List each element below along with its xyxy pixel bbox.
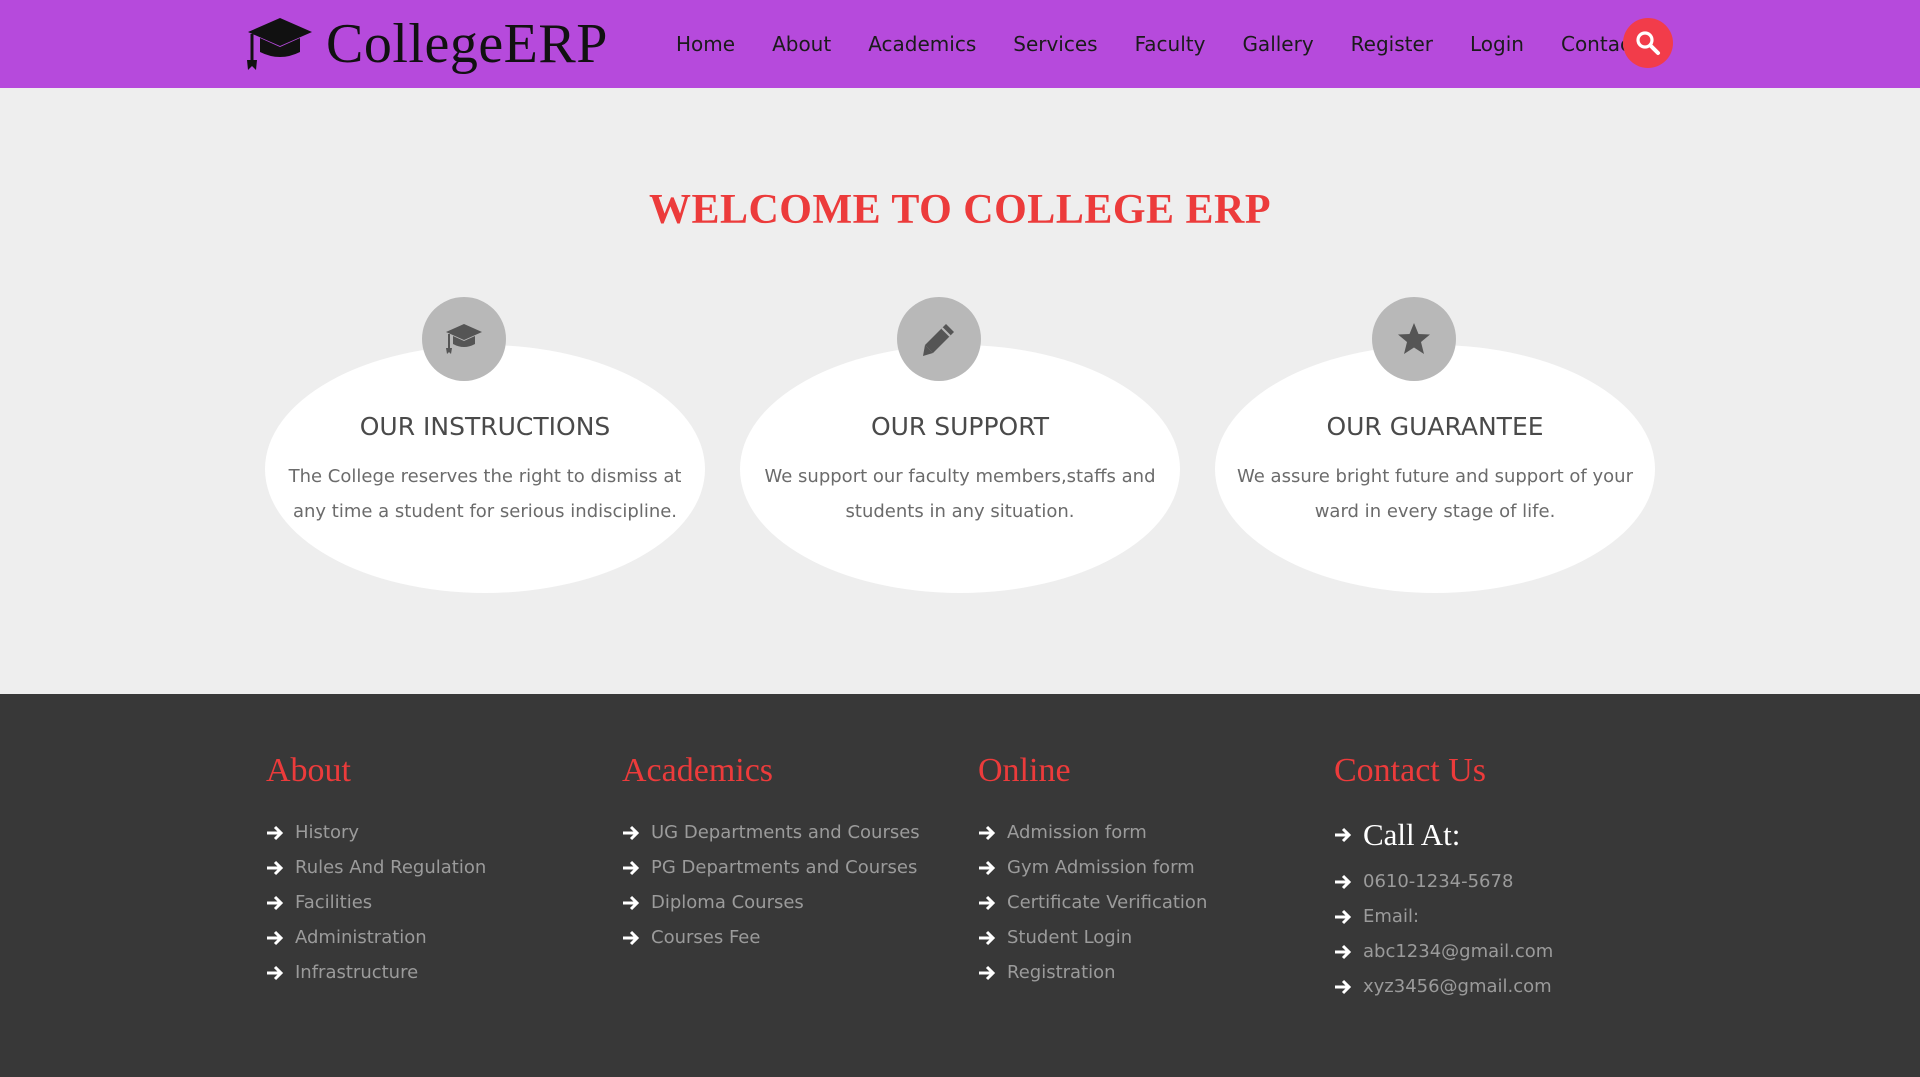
arrow-right-icon <box>267 930 284 945</box>
nav-home[interactable]: Home <box>676 32 735 56</box>
footer-link-label: PG Departments and Courses <box>651 857 918 878</box>
arrow-right-icon <box>623 930 640 945</box>
arrow-right-icon <box>1335 944 1352 959</box>
graduation-cap-icon <box>247 18 312 70</box>
feature-description: We assure bright future and support of y… <box>1237 466 1633 522</box>
feature-card-guarantee: OUR GUARANTEE We assure bright future an… <box>1215 297 1655 597</box>
feature-description: The College reserves the right to dismis… <box>288 466 682 522</box>
contact-email-label: Email: <box>1334 899 1553 934</box>
arrow-right-icon <box>979 825 996 840</box>
call-at-label: Call At: <box>1363 816 1461 852</box>
footer-link-rules[interactable]: Rules And Regulation <box>266 850 486 885</box>
footer-link-label: Diploma Courses <box>651 892 804 913</box>
footer-link-label: Certificate Verification <box>1007 892 1208 913</box>
top-navbar: CollegeERP Home About Academics Services… <box>0 0 1920 88</box>
nav-academics[interactable]: Academics <box>868 32 976 56</box>
feature-title: OUR INSTRUCTIONS <box>359 412 611 441</box>
footer-about-column: About History Rules And Regulation Facil… <box>266 752 486 990</box>
nav-gallery[interactable]: Gallery <box>1242 32 1313 56</box>
arrow-right-icon <box>267 860 284 875</box>
footer-online-column: Online Admission form Gym Admission form… <box>978 752 1207 990</box>
footer-heading: Contact Us <box>1334 752 1487 789</box>
arrow-right-icon <box>267 825 284 840</box>
feature-title: OUR SUPPORT <box>870 412 1050 441</box>
arrow-right-icon <box>267 895 284 910</box>
arrow-right-icon <box>1335 909 1352 924</box>
contact-email-2[interactable]: xyz3456@gmail.com <box>1334 969 1553 1004</box>
arrow-right-icon <box>1335 874 1352 889</box>
arrow-right-icon <box>979 895 996 910</box>
brand-name: CollegeERP <box>326 13 608 75</box>
footer-link-label: Infrastructure <box>295 962 419 983</box>
nav-services[interactable]: Services <box>1013 32 1097 56</box>
footer-link-label: UG Departments and Courses <box>651 822 920 843</box>
footer-link-diploma-courses[interactable]: Diploma Courses <box>622 885 920 920</box>
footer-link-registration[interactable]: Registration <box>978 955 1207 990</box>
footer-link-ug-courses[interactable]: UG Departments and Courses <box>622 815 920 850</box>
site-footer: About History Rules And Regulation Facil… <box>0 694 1920 1077</box>
feature-card-instructions: OUR INSTRUCTIONS The College reserves th… <box>265 297 705 597</box>
feature-icon-badge <box>897 297 981 381</box>
nav-login[interactable]: Login <box>1470 32 1524 56</box>
main-nav: Home About Academics Services Faculty Ga… <box>676 0 1676 88</box>
footer-link-certificate-verification[interactable]: Certificate Verification <box>978 885 1207 920</box>
star-icon <box>1398 323 1430 354</box>
footer-link-pg-courses[interactable]: PG Departments and Courses <box>622 850 920 885</box>
arrow-right-icon <box>623 825 640 840</box>
footer-link-infrastructure[interactable]: Infrastructure <box>266 955 486 990</box>
footer-link-history[interactable]: History <box>266 815 486 850</box>
footer-link-label: Administration <box>295 927 427 948</box>
footer-link-admission-form[interactable]: Admission form <box>978 815 1207 850</box>
arrow-right-icon <box>623 895 640 910</box>
brand-logo[interactable]: CollegeERP <box>246 8 608 80</box>
feature-icon-badge <box>422 297 506 381</box>
arrow-right-icon <box>1335 979 1352 994</box>
email-label: Email: <box>1363 906 1420 927</box>
nav-register[interactable]: Register <box>1351 32 1433 56</box>
footer-link-label: Admission form <box>1007 822 1147 843</box>
footer-heading: About <box>266 752 351 789</box>
phone-number: 0610-1234-5678 <box>1363 871 1514 892</box>
email-address: abc1234@gmail.com <box>1363 941 1554 962</box>
pencil-icon <box>923 324 954 356</box>
page-title: WELCOME TO COLLEGE ERP <box>648 187 1272 233</box>
footer-link-facilities[interactable]: Facilities <box>266 885 486 920</box>
feature-icon-badge <box>1372 297 1456 381</box>
footer-academics-column: Academics UG Departments and Courses PG … <box>622 752 920 955</box>
contact-phone[interactable]: 0610-1234-5678 <box>1334 864 1553 899</box>
footer-link-label: Facilities <box>295 892 373 913</box>
footer-link-administration[interactable]: Administration <box>266 920 486 955</box>
graduation-cap-icon <box>446 324 482 354</box>
footer-link-courses-fee[interactable]: Courses Fee <box>622 920 920 955</box>
footer-link-gym-admission[interactable]: Gym Admission form <box>978 850 1207 885</box>
arrow-right-icon <box>623 860 640 875</box>
footer-link-label: Rules And Regulation <box>295 857 487 878</box>
footer-link-label: Student Login <box>1007 927 1133 948</box>
footer-link-label: Registration <box>1007 962 1116 983</box>
contact-email-1[interactable]: abc1234@gmail.com <box>1334 934 1553 969</box>
footer-link-label: Gym Admission form <box>1007 857 1195 878</box>
search-icon <box>1636 31 1660 55</box>
arrow-right-icon <box>1335 827 1352 842</box>
nav-faculty[interactable]: Faculty <box>1135 32 1206 56</box>
footer-heading: Online <box>978 752 1071 789</box>
feature-title: OUR GUARANTEE <box>1326 412 1544 441</box>
footer-link-label: History <box>295 822 360 843</box>
footer-heading: Academics <box>622 752 774 789</box>
nav-about[interactable]: About <box>772 32 831 56</box>
email-address: xyz3456@gmail.com <box>1363 976 1552 997</box>
call-at-heading: Call At: <box>1334 805 1553 864</box>
arrow-right-icon <box>979 965 996 980</box>
footer-link-student-login[interactable]: Student Login <box>978 920 1207 955</box>
arrow-right-icon <box>979 860 996 875</box>
footer-link-label: Courses Fee <box>651 927 761 948</box>
search-button[interactable] <box>1623 18 1673 68</box>
footer-contact-column: Contact Us Call At: 0610-1234-5678 Email… <box>1334 752 1553 1004</box>
feature-description: We support our faculty members,staffs an… <box>764 466 1156 522</box>
arrow-right-icon <box>979 930 996 945</box>
arrow-right-icon <box>267 965 284 980</box>
feature-card-support: OUR SUPPORT We support our faculty membe… <box>740 297 1180 597</box>
